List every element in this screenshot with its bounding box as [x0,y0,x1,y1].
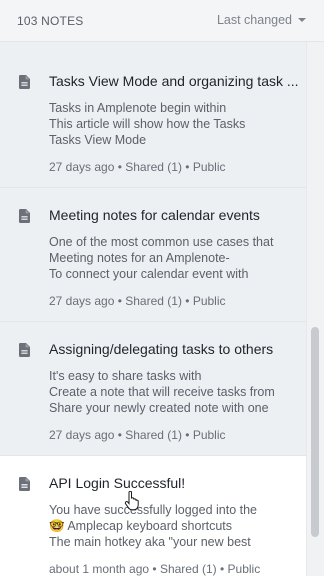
note-meta: 27 days ago • Shared (1) • Public [49,428,226,442]
document-icon [19,343,30,357]
note-snippet-line: The main hotkey aka "your new best [49,535,251,549]
notes-list: Tasks View Mode and organizing task ... … [0,42,324,576]
note-snippet-line: Meeting notes for an Amplenote- [49,251,230,265]
note-snippet-line: You have successfully logged into the [49,503,258,517]
note-title: Tasks View Mode and organizing task ... [49,73,299,89]
document-icon [19,477,30,491]
note-item[interactable]: Assigning/delegating tasks to others It'… [0,322,306,456]
note-snippet-line: It's easy to share tasks with [49,369,202,383]
note-title: API Login Successful! [49,475,186,491]
note-snippet-line: One of the most common use cases that [49,235,274,249]
document-icon [19,209,30,223]
note-item[interactable]: Meeting notes for calendar events One of… [0,188,306,322]
note-snippet-line: Share your newly created note with one [49,401,269,415]
note-title: Meeting notes for calendar events [49,207,260,223]
note-snippet-line: To connect your calendar event with [49,267,249,281]
scrollbar[interactable] [306,42,324,576]
document-icon [19,75,30,89]
note-snippet-line: This article will show how the Tasks [49,117,246,131]
note-snippet-line: Tasks View Mode [49,133,147,147]
scrollbar-thumb[interactable] [311,327,319,537]
note-snippet-line: Create a note that will receive tasks fr… [49,385,275,399]
sort-label: Last changed [216,13,292,27]
caret-down-icon [298,18,306,22]
note-title: Assigning/delegating tasks to others [49,341,274,357]
notes-list-header: 103 NOTES Last changed [0,0,324,42]
note-item[interactable]: API Login Successful! You have successfu… [0,456,306,576]
sort-dropdown[interactable]: Last changed [217,13,306,27]
note-snippet-line: Tasks in Amplenote begin within [49,101,227,115]
note-meta: about 1 month ago • Shared (1) • Public [49,562,261,576]
note-item[interactable]: Tasks View Mode and organizing task ... … [0,42,306,188]
note-meta: 27 days ago • Shared (1) • Public [49,160,226,174]
note-meta: 27 days ago • Shared (1) • Public [49,294,226,308]
notes-panel: 103 NOTES Last changed Tasks View Mode a… [0,0,324,576]
notes-count: 103 NOTES [17,14,84,28]
note-snippet-line: 🤓 Amplecap keyboard shortcuts [49,519,233,533]
